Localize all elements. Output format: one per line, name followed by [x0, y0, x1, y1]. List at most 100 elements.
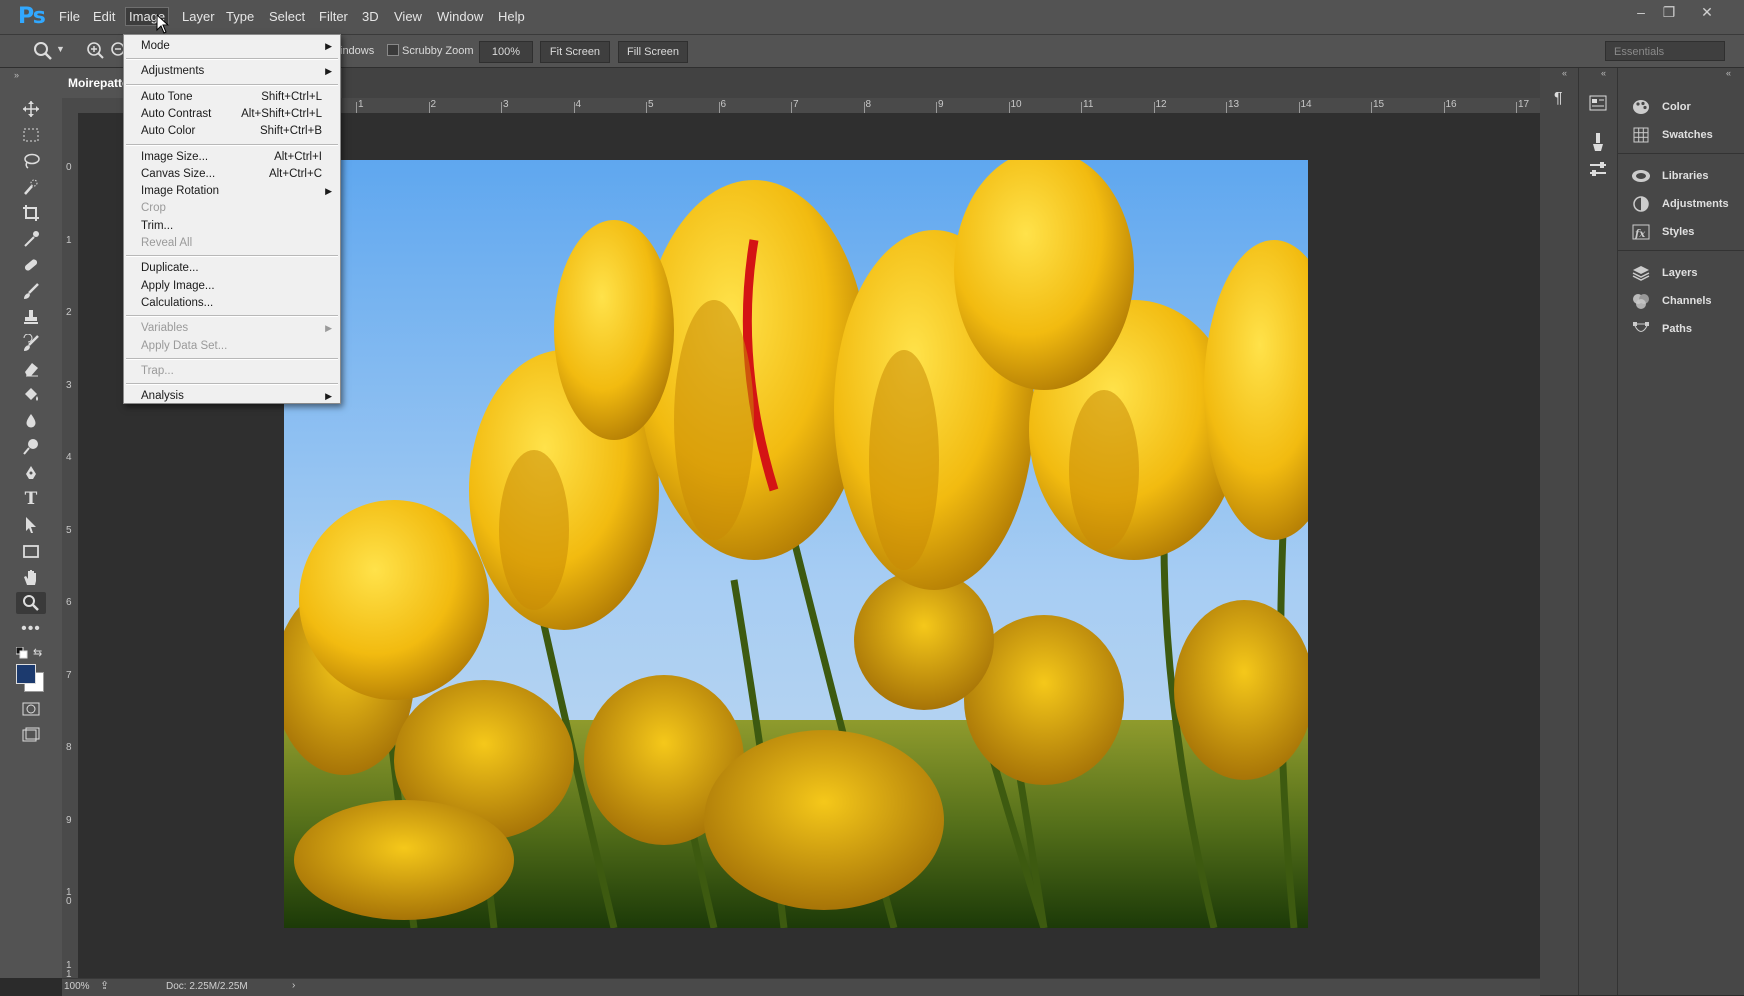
ruler-h-tick: 17	[1518, 99, 1530, 110]
menu-type[interactable]: Type	[226, 9, 254, 24]
eraser-tool-icon[interactable]	[16, 358, 46, 380]
ruler-h-tick-mark	[718, 102, 720, 113]
menu-select[interactable]: Select	[269, 9, 305, 24]
panel-channels[interactable]: Channels	[1618, 289, 1744, 313]
panel-styles[interactable]: fx Styles	[1618, 220, 1744, 244]
menu-item-calculations[interactable]: Calculations...	[124, 295, 340, 312]
adjustments-sliders-icon[interactable]	[1589, 160, 1607, 181]
brush-tool-icon[interactable]	[16, 280, 46, 302]
panel-divider	[1618, 153, 1744, 154]
menu-item-apply-image[interactable]: Apply Image...	[124, 278, 340, 295]
path-selection-tool-icon[interactable]	[16, 514, 46, 536]
quick-mask-icon[interactable]	[16, 698, 46, 720]
menu-item-analysis[interactable]: Analysis ▶	[124, 388, 340, 405]
minimize-button[interactable]: –	[1626, 4, 1656, 26]
menu-layer[interactable]: Layer	[182, 9, 215, 24]
menu-item-label: Mode	[141, 40, 170, 52]
menu-item-shortcut: Shift+Ctrl+L	[261, 90, 322, 103]
menu-window[interactable]: Window	[437, 9, 483, 24]
submenu-arrow-icon: ▶	[325, 41, 332, 51]
hand-tool-icon[interactable]	[16, 566, 46, 588]
menu-item-canvas-size[interactable]: Canvas Size... Alt+Ctrl+C	[124, 166, 340, 183]
dodge-tool-icon[interactable]	[16, 436, 46, 458]
menu-item-auto-contrast[interactable]: Auto Contrast Alt+Shift+Ctrl+L	[124, 106, 340, 123]
menu-item-mode[interactable]: Mode ▶	[124, 38, 340, 55]
menu-view[interactable]: View	[394, 9, 422, 24]
zoom-tool-active-icon[interactable]	[16, 592, 46, 614]
status-zoom[interactable]: 100%	[64, 981, 90, 992]
ruler-h-tick: 4	[575, 99, 582, 110]
ruler-h-tick: 2	[430, 99, 437, 110]
zoom-in-icon[interactable]	[86, 41, 106, 64]
restore-button[interactable]: ❐	[1654, 4, 1684, 26]
menu-3d[interactable]: 3D	[362, 9, 379, 24]
menu-item-duplicate[interactable]: Duplicate...	[124, 260, 340, 277]
paint-bucket-tool-icon[interactable]	[16, 384, 46, 406]
panel-libraries[interactable]: Libraries	[1618, 164, 1744, 188]
swap-colors-icon[interactable]: ⇆	[33, 646, 42, 659]
scrubby-zoom-checkbox[interactable]	[387, 44, 399, 56]
clone-stamp-tool-icon[interactable]	[16, 306, 46, 328]
collapse-dock-2-icon[interactable]: «	[1601, 68, 1606, 78]
ruler-h-tick-mark	[863, 102, 865, 113]
menu-separator	[126, 143, 338, 146]
menu-item-image-rotation[interactable]: Image Rotation ▶	[124, 183, 340, 200]
default-colors-icon[interactable]	[15, 646, 28, 662]
menu-item-label: Image Size...	[141, 150, 209, 163]
close-button[interactable]: ✕	[1692, 4, 1722, 26]
brush-presets-panel-icon[interactable]	[1589, 132, 1607, 155]
doc-size-info[interactable]: Doc: 2.25M/2.25M	[166, 981, 248, 992]
foreground-color-swatch[interactable]	[16, 664, 36, 684]
menu-help[interactable]: Help	[498, 9, 525, 24]
blur-tool-icon[interactable]	[16, 410, 46, 432]
menu-item-trap: Trap...	[124, 363, 340, 380]
menu-item-trim[interactable]: Trim...	[124, 218, 340, 235]
collapse-toolbar-icon[interactable]: »	[14, 70, 19, 80]
collapse-dock-1-icon[interactable]: «	[1562, 68, 1567, 78]
menu-file[interactable]: File	[59, 9, 80, 24]
ruler-v-tick: 1	[66, 234, 72, 246]
panel-swatches[interactable]: Swatches	[1618, 123, 1744, 147]
panel-color[interactable]: Color	[1618, 95, 1744, 119]
ruler-h-tick: 6	[720, 99, 727, 110]
properties-panel-icon[interactable]	[1589, 94, 1607, 115]
panel-color-label: Color	[1662, 101, 1691, 113]
ruler-h-tick: 3	[503, 99, 509, 110]
tulips-image	[284, 160, 1308, 928]
workspace-switcher[interactable]: Essentials	[1605, 41, 1725, 61]
marquee-tool-icon[interactable]	[16, 124, 46, 146]
healing-brush-tool-icon[interactable]	[16, 254, 46, 276]
menu-item-image-size[interactable]: Image Size... Alt+Ctrl+I	[124, 149, 340, 166]
panel-adjustments[interactable]: Adjustments	[1618, 192, 1744, 216]
menu-item-crop: Crop	[124, 200, 340, 217]
screen-mode-icon[interactable]	[16, 724, 46, 746]
rectangle-tool-icon[interactable]	[16, 540, 46, 562]
menu-item-auto-color[interactable]: Auto Color Shift+Ctrl+B	[124, 123, 340, 140]
lasso-tool-icon[interactable]	[16, 150, 46, 172]
panel-layers[interactable]: Layers	[1618, 261, 1744, 285]
status-menu-chevron-icon[interactable]: ›	[292, 980, 295, 991]
zoom-percent-field[interactable]: 100%	[479, 41, 533, 63]
ruler-h-tick-mark	[1516, 102, 1517, 113]
paragraph-panel-icon[interactable]: ¶	[1554, 90, 1563, 108]
menu-edit[interactable]: Edit	[93, 9, 115, 24]
menu-filter[interactable]: Filter	[319, 9, 348, 24]
pen-tool-icon[interactable]	[16, 462, 46, 484]
share-icon[interactable]: ⇪	[100, 979, 109, 992]
menu-item-adjustments[interactable]: Adjustments ▶	[124, 63, 340, 80]
fit-screen-button[interactable]: Fit Screen	[540, 41, 610, 63]
panel-paths[interactable]: Paths	[1618, 317, 1744, 341]
crop-tool-icon[interactable]	[16, 202, 46, 224]
menu-item-auto-tone[interactable]: Auto Tone Shift+Ctrl+L	[124, 89, 340, 106]
move-tool-icon[interactable]	[16, 98, 46, 120]
eyedropper-tool-icon[interactable]	[16, 228, 46, 250]
type-tool-icon[interactable]: T	[16, 488, 46, 510]
zoom-tool-icon[interactable]	[32, 41, 54, 64]
edit-toolbar-icon[interactable]: •••	[16, 618, 46, 640]
tool-preset-chevron-icon[interactable]: ▼	[56, 44, 65, 54]
quick-selection-tool-icon[interactable]	[16, 176, 46, 198]
history-brush-tool-icon[interactable]	[16, 332, 46, 354]
collapse-dock-3-icon[interactable]: «	[1726, 68, 1731, 78]
menu-item-shortcut: Alt+Ctrl+I	[274, 150, 322, 163]
fill-screen-button[interactable]: Fill Screen	[618, 41, 688, 63]
